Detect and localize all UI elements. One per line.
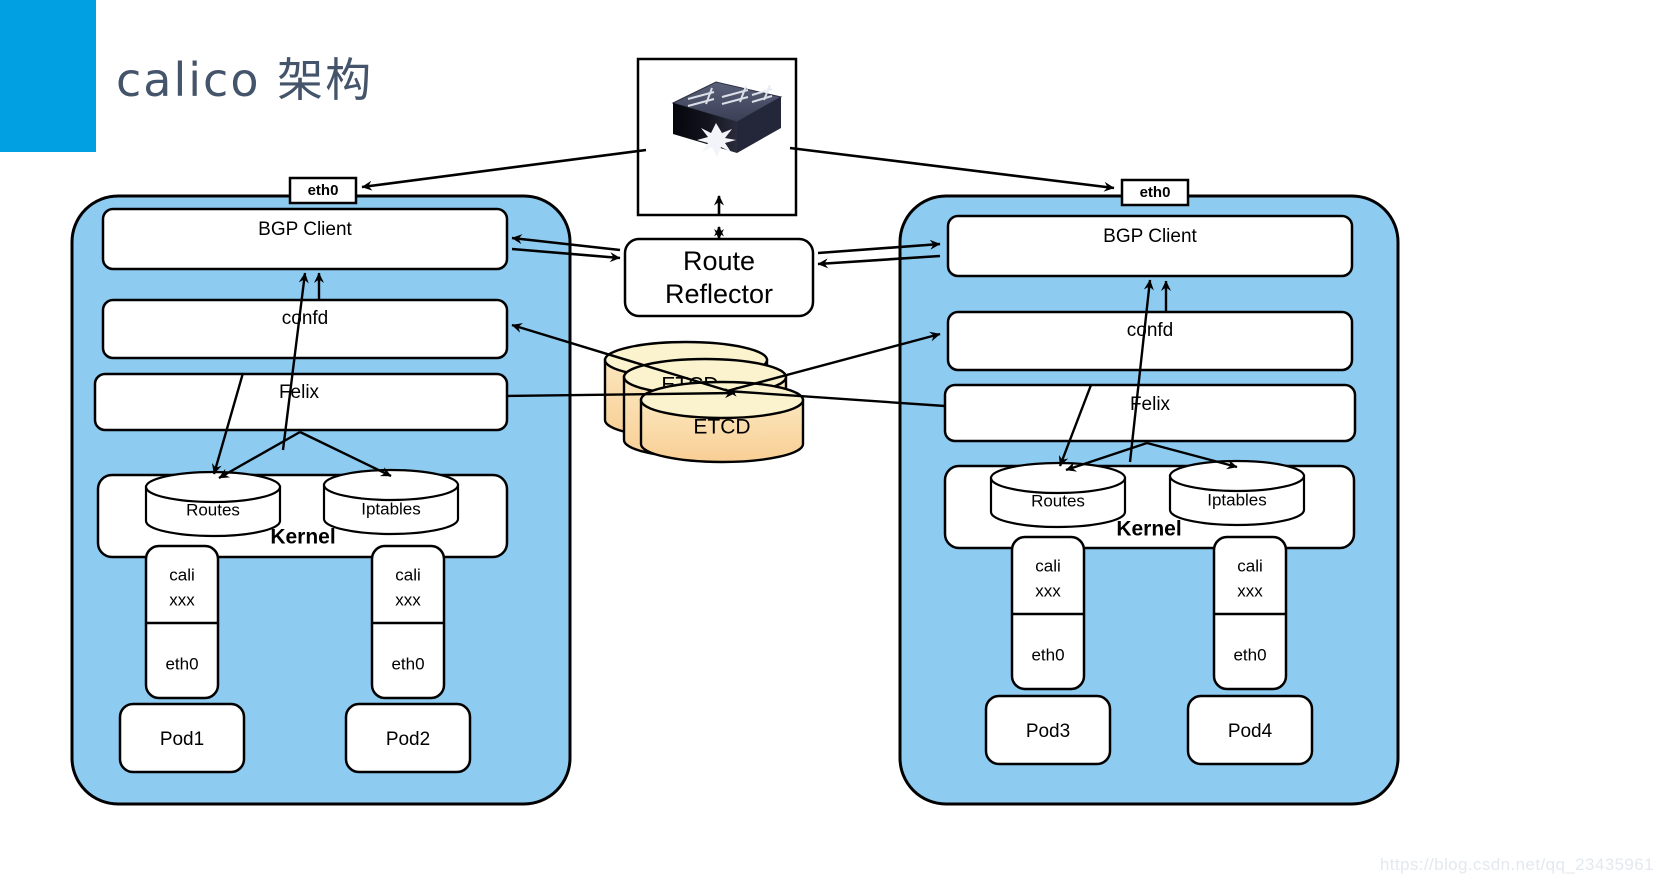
host-left[interactable]: eth0 BGP Client confd Felix Routes Iptab…	[70, 176, 572, 806]
host-right-iptables-store[interactable]: Iptables	[1168, 459, 1306, 527]
watermark: https://blog.csdn.net/qq_23435961	[1379, 855, 1654, 874]
host-right-pod-4-veth-line1: cali	[1237, 556, 1263, 575]
host-right-felix[interactable]: Felix	[943, 383, 1357, 443]
host-left-bgp-client-label: BGP Client	[258, 219, 352, 240]
host-right-pod-3-iface: eth0	[1031, 645, 1064, 664]
arrow-switch-to-left-eth0	[361, 148, 647, 191]
host-left-nic-label: eth0	[308, 182, 339, 199]
host-left-iptables-label: Iptables	[361, 499, 421, 518]
slide-canvas: calico 架构 eth0 BGP Client confd Felix Ro…	[0, 0, 1668, 885]
host-right-nic[interactable]: eth0	[1120, 178, 1190, 207]
host-right-pod-3-name: Pod3	[1026, 721, 1070, 742]
host-right-kernel[interactable]: Routes Iptables Kernel	[943, 459, 1356, 550]
host-left-pod-1-veth-line2: xxx	[169, 590, 195, 609]
host-left-pod-1-veth-line1: cali	[169, 565, 195, 584]
etcd-node-3-label: ETCD	[693, 416, 750, 439]
route-reflector[interactable]: Route Reflector	[623, 237, 815, 318]
route-reflector-label-line2: Reflector	[665, 279, 773, 309]
host-right-iptables-label: Iptables	[1207, 490, 1267, 509]
host-right-confd[interactable]: confd	[946, 310, 1354, 372]
host-left-kernel-label: Kernel	[270, 526, 335, 549]
host-right-bgp-client-label: BGP Client	[1103, 226, 1197, 247]
host-right-pod-4-veth-line2: xxx	[1237, 581, 1263, 600]
arrow-switch-to-right-eth0	[789, 146, 1115, 192]
host-left-confd-label: confd	[282, 308, 328, 329]
host-left-felix-label: Felix	[279, 382, 320, 403]
host-left-pod-1-iface: eth0	[165, 654, 198, 673]
host-left-pod-1-name: Pod1	[160, 729, 204, 750]
host-right-pod-4-iface: eth0	[1233, 645, 1266, 664]
host-left-confd[interactable]: confd	[101, 298, 509, 360]
calico-architecture-diagram: eth0 BGP Client confd Felix Routes Iptab…	[70, 57, 1400, 806]
host-left-nic[interactable]: eth0	[288, 176, 358, 205]
host-right-pod-4-name: Pod4	[1228, 721, 1273, 742]
host-right[interactable]: eth0 BGP Client confd Felix Routes Iptab…	[898, 178, 1400, 806]
host-right-bgp-client[interactable]: BGP Client	[946, 214, 1354, 278]
host-right-nic-label: eth0	[1140, 184, 1171, 201]
host-left-pod-2-name: Pod2	[386, 729, 430, 750]
host-right-routes-label: Routes	[1031, 491, 1085, 510]
host-left-pod-2-veth-line2: xxx	[395, 590, 421, 609]
host-right-kernel-label: Kernel	[1116, 518, 1181, 541]
host-left-bgp-client[interactable]: BGP Client	[101, 207, 509, 271]
route-reflector-label-line1: Route	[683, 246, 755, 276]
host-right-routes-store[interactable]: Routes	[989, 461, 1127, 529]
host-right-confd-label: confd	[1127, 320, 1173, 341]
host-right-pod-3-veth-line2: xxx	[1035, 581, 1061, 600]
host-left-routes-label: Routes	[186, 500, 240, 519]
host-left-felix[interactable]: Felix	[93, 372, 509, 432]
host-right-pod-3-veth-line1: cali	[1035, 556, 1061, 575]
host-left-pod-2-veth-line1: cali	[395, 565, 421, 584]
host-left-kernel[interactable]: Routes Iptables Kernel	[96, 468, 509, 559]
network-switch-box[interactable]	[636, 57, 798, 217]
etcd-cluster[interactable]: ETCD ETCD	[603, 340, 805, 464]
host-left-routes-store[interactable]: Routes	[144, 470, 282, 538]
host-left-iptables-store[interactable]: Iptables	[322, 468, 460, 536]
host-left-pod-2-iface: eth0	[391, 654, 424, 673]
